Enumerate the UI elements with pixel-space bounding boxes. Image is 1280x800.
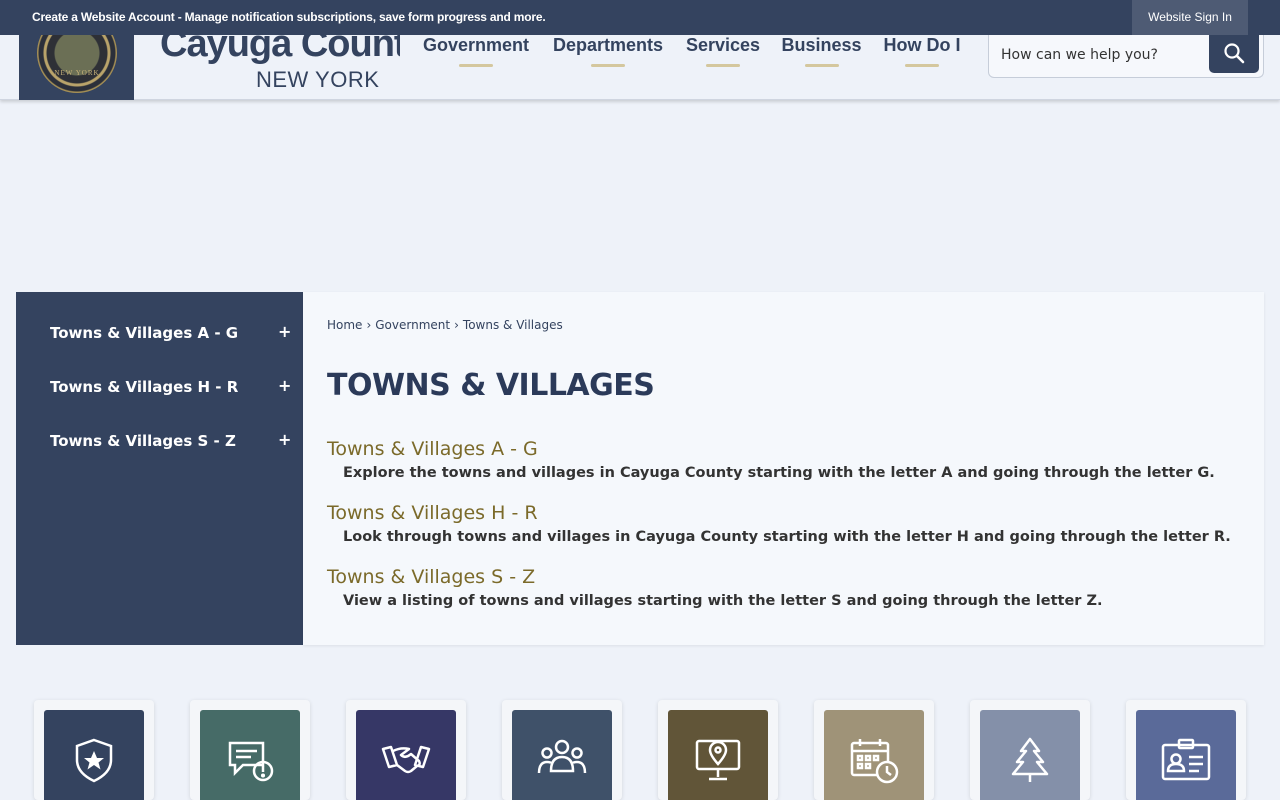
- sidebar-item-towns-h-r[interactable]: Towns & Villages H - R +: [16, 368, 303, 408]
- nav-government[interactable]: Government: [420, 35, 532, 100]
- quick-link-tile: [356, 710, 456, 800]
- entry-link-towns-a-g[interactable]: Towns & Villages A - G: [327, 438, 1247, 460]
- entry-description: View a listing of towns and villages sta…: [343, 593, 1103, 609]
- quick-link-directory[interactable]: [1126, 700, 1246, 800]
- breadcrumb-current: Towns & Villages: [462, 318, 563, 332]
- main-content: Home › Government › Towns & Villages TOWNS &…: [303, 292, 1264, 645]
- nav-services[interactable]: Services: [683, 35, 763, 100]
- search-icon: [1224, 43, 1245, 64]
- chat-alert-icon: [228, 741, 274, 782]
- quick-link-tile: [1136, 710, 1236, 800]
- monitor-location-icon: [695, 739, 741, 781]
- quick-link-alerts[interactable]: [190, 700, 310, 800]
- sidebar-item-towns-s-z[interactable]: Towns & Villages S - Z +: [16, 422, 303, 462]
- nav-underline: [706, 64, 740, 67]
- expand-icon[interactable]: +: [278, 322, 291, 341]
- nav-how-do-i[interactable]: How Do I: [880, 35, 964, 100]
- list-item: Towns & Villages S - Z View a listing of…: [327, 566, 1247, 609]
- breadcrumb-separator: ›: [454, 318, 459, 332]
- nav-business[interactable]: Business: [779, 35, 864, 100]
- pine-tree-icon: [1011, 737, 1049, 782]
- nav-underline: [804, 64, 839, 67]
- home-logo-link[interactable]: NEW YORK: [19, 35, 134, 100]
- search-input[interactable]: [1001, 40, 1201, 70]
- breadcrumb-government[interactable]: Government: [375, 318, 450, 332]
- search-button[interactable]: [1209, 35, 1259, 73]
- breadcrumb-home[interactable]: Home: [327, 318, 362, 332]
- quick-link-tile: [200, 710, 300, 800]
- quick-link-tile: [824, 710, 924, 800]
- quick-link-tile: [512, 710, 612, 800]
- quick-link-maps[interactable]: [658, 700, 778, 800]
- quick-link-tile: [668, 710, 768, 800]
- nav-label: Departments: [552, 35, 664, 55]
- seal-text: NEW YORK: [54, 69, 100, 77]
- handshake-icon: [381, 745, 431, 774]
- list-item: Towns & Villages A - G Explore the towns…: [327, 438, 1247, 481]
- nav-departments[interactable]: Departments: [548, 35, 668, 100]
- site-search: [988, 35, 1264, 78]
- quick-link-community[interactable]: [502, 700, 622, 800]
- nav-label: How Do I: [883, 35, 961, 55]
- county-seal-icon: NEW YORK: [37, 35, 117, 93]
- site-header: NEW YORK Cayuga County NEW YORK Governme…: [0, 23, 1280, 100]
- entry-description: Explore the towns and villages in Cayuga…: [343, 465, 1215, 481]
- breadcrumb: Home › Government › Towns & Villages: [327, 318, 563, 332]
- quick-link-tile: [980, 710, 1080, 800]
- list-item: Towns & Villages H - R Look through town…: [327, 502, 1247, 545]
- breadcrumb-separator: ›: [366, 318, 372, 332]
- page-title: TOWNS & VILLAGES: [327, 368, 655, 403]
- create-account-link[interactable]: Create a Website Account - Manage notifi…: [32, 10, 546, 24]
- shield-star-icon: [75, 738, 113, 783]
- entry-link-towns-h-r[interactable]: Towns & Villages H - R: [327, 502, 1247, 524]
- id-card-icon: [1161, 738, 1211, 781]
- nav-label: Services: [685, 35, 761, 55]
- account-bar: Create a Website Account - Manage notifi…: [0, 0, 1280, 35]
- quick-link-partnerships[interactable]: [346, 700, 466, 800]
- nav-label: Government: [422, 35, 530, 55]
- quick-link-public-safety[interactable]: [34, 700, 154, 800]
- entry-description: Look through towns and villages in Cayug…: [343, 529, 1231, 545]
- quick-link-tile: [44, 710, 144, 800]
- nav-underline: [905, 64, 939, 67]
- quick-link-calendar[interactable]: [814, 700, 934, 800]
- expand-icon[interactable]: +: [278, 376, 291, 395]
- sidebar-item-towns-a-g[interactable]: Towns & Villages A - G +: [16, 314, 303, 354]
- sidebar-item-label: Towns & Villages S - Z: [50, 432, 236, 450]
- brand-state: NEW YORK: [256, 67, 380, 92]
- sidebar-item-label: Towns & Villages H - R: [50, 378, 239, 396]
- calendar-clock-icon: [850, 739, 899, 784]
- section-sidebar: Towns & Villages A - G + Towns & Village…: [16, 292, 303, 645]
- people-group-icon: [537, 739, 587, 774]
- expand-icon[interactable]: +: [278, 430, 291, 449]
- website-signin-button[interactable]: Website Sign In: [1132, 0, 1248, 35]
- nav-label: Business: [781, 35, 862, 55]
- entry-link-towns-s-z[interactable]: Towns & Villages S - Z: [327, 566, 1247, 588]
- sidebar-item-label: Towns & Villages A - G: [50, 324, 239, 342]
- nav-underline: [591, 64, 625, 67]
- nav-underline: [459, 64, 493, 67]
- quick-link-parks[interactable]: [970, 700, 1090, 800]
